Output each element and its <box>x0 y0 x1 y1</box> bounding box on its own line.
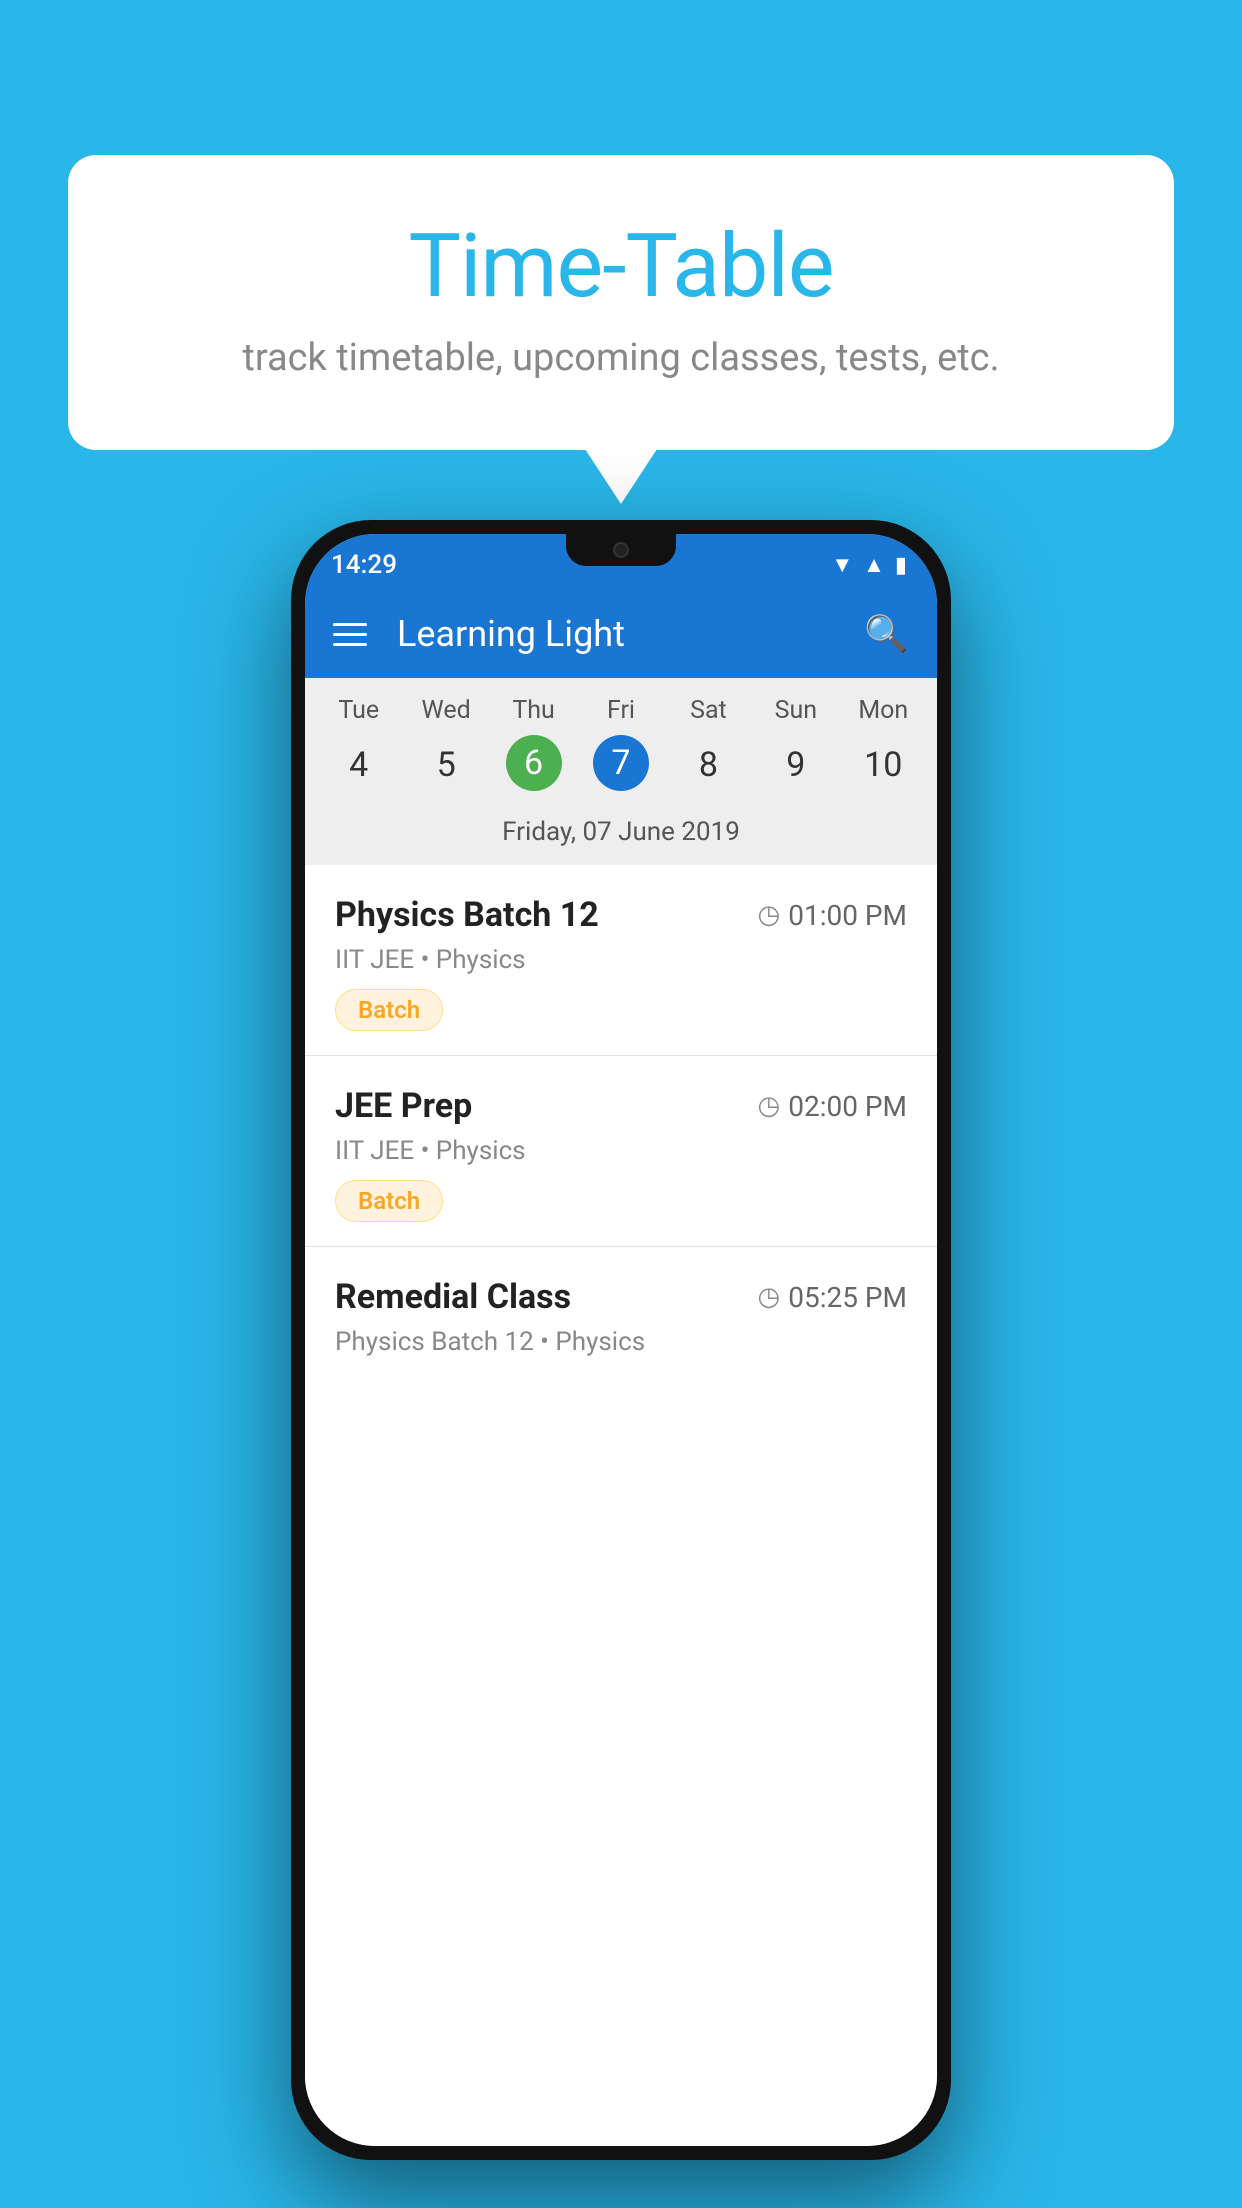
day-header-sun: Sun <box>752 696 839 725</box>
batch-badge-2: Batch <box>335 1180 443 1222</box>
hamburger-icon[interactable] <box>333 623 367 646</box>
date-10[interactable]: 10 <box>840 735 927 795</box>
status-time: 14:29 <box>331 550 397 580</box>
class-subtitle-3: Physics Batch 12 • Physics <box>335 1327 907 1357</box>
day-header-sat: Sat <box>665 696 752 725</box>
phone-notch <box>566 534 676 566</box>
class-time-1: ◷ 01:00 PM <box>758 899 907 932</box>
class-title-1: Physics Batch 12 <box>335 895 599 935</box>
clock-icon-1: ◷ <box>758 900 781 930</box>
calendar-section: Tue Wed Thu Fri Sat Sun Mon 4 5 6 7 8 9 … <box>305 678 937 865</box>
date-5[interactable]: 5 <box>402 735 489 795</box>
date-4[interactable]: 4 <box>315 735 402 795</box>
wifi-icon: ▼ <box>831 552 853 578</box>
day-header-fri: Fri <box>577 696 664 725</box>
speech-bubble: Time-Table track timetable, upcoming cla… <box>68 155 1174 450</box>
day-header-mon: Mon <box>840 696 927 725</box>
clock-icon-2: ◷ <box>758 1091 781 1121</box>
date-8[interactable]: 8 <box>665 735 752 795</box>
schedule-item-2-header: JEE Prep ◷ 02:00 PM <box>335 1086 907 1126</box>
app-bar: Learning Light 🔍 <box>305 590 937 678</box>
day-header-thu: Thu <box>490 696 577 725</box>
class-subtitle-2: IIT JEE • Physics <box>335 1136 907 1166</box>
signal-icon: ▲ <box>863 552 885 578</box>
phone-mockup: 14:29 ▼ ▲ ▮ Learning Light 🔍 <box>291 520 951 2160</box>
day-header-tue: Tue <box>315 696 402 725</box>
search-icon[interactable]: 🔍 <box>864 613 909 655</box>
class-title-2: JEE Prep <box>335 1086 472 1126</box>
bubble-subtitle: track timetable, upcoming classes, tests… <box>148 336 1094 380</box>
schedule-item-1-header: Physics Batch 12 ◷ 01:00 PM <box>335 895 907 935</box>
app-title: Learning Light <box>397 613 864 655</box>
bubble-title: Time-Table <box>148 215 1094 318</box>
schedule-list: Physics Batch 12 ◷ 01:00 PM IIT JEE • Ph… <box>305 865 937 2146</box>
clock-icon-3: ◷ <box>758 1282 781 1312</box>
class-subtitle-1: IIT JEE • Physics <box>335 945 907 975</box>
schedule-item-2[interactable]: JEE Prep ◷ 02:00 PM IIT JEE • Physics Ba… <box>305 1056 937 1247</box>
selected-date-label: Friday, 07 June 2019 <box>305 809 937 865</box>
schedule-item-1[interactable]: Physics Batch 12 ◷ 01:00 PM IIT JEE • Ph… <box>305 865 937 1056</box>
class-time-2: ◷ 02:00 PM <box>758 1090 907 1123</box>
batch-badge-1: Batch <box>335 989 443 1031</box>
date-9[interactable]: 9 <box>752 735 839 795</box>
class-time-3: ◷ 05:25 PM <box>758 1281 907 1314</box>
schedule-item-3-header: Remedial Class ◷ 05:25 PM <box>335 1277 907 1317</box>
schedule-item-3[interactable]: Remedial Class ◷ 05:25 PM Physics Batch … <box>305 1247 937 1381</box>
date-6-today[interactable]: 6 <box>506 735 562 791</box>
battery-icon: ▮ <box>895 553 907 578</box>
day-headers: Tue Wed Thu Fri Sat Sun Mon <box>305 678 937 729</box>
phone-screen: 14:29 ▼ ▲ ▮ Learning Light 🔍 <box>305 534 937 2146</box>
phone-outer: 14:29 ▼ ▲ ▮ Learning Light 🔍 <box>291 520 951 2160</box>
class-title-3: Remedial Class <box>335 1277 571 1317</box>
camera-dot <box>613 542 629 558</box>
speech-bubble-wrapper: Time-Table track timetable, upcoming cla… <box>68 155 1174 450</box>
day-header-wed: Wed <box>402 696 489 725</box>
day-numbers: 4 5 6 7 8 9 10 <box>305 729 937 809</box>
status-icons: ▼ ▲ ▮ <box>831 552 907 578</box>
date-7-selected[interactable]: 7 <box>593 735 649 791</box>
